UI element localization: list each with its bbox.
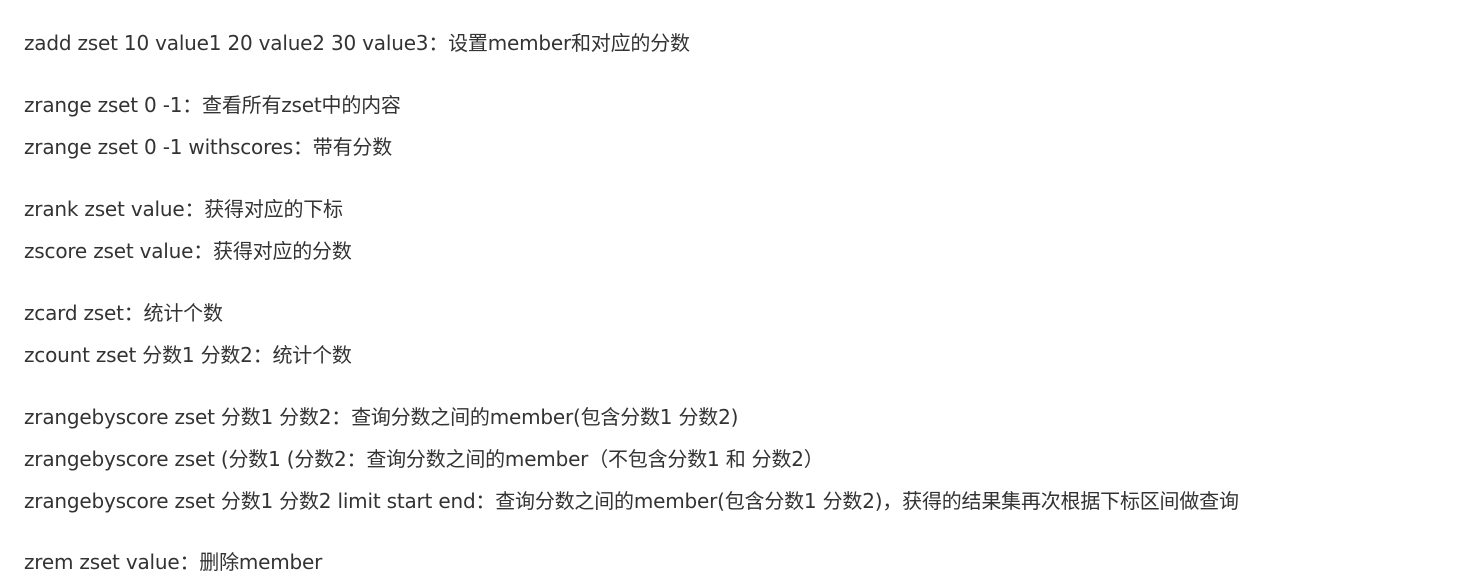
paragraph-zrem: zrem zset value：删除member	[24, 541, 322, 583]
command-line-zcount: zcount zset 分数1 分数2：统计个数	[24, 343, 352, 367]
paragraph-zadd: zadd zset 10 value1 20 value2 30 value3：…	[24, 22, 690, 64]
command-line-zrangebyscore-exclusive: zrangebyscore zset (分数1 (分数2：查询分数之间的memb…	[24, 447, 824, 471]
command-line-zrange: zrange zset 0 -1：查看所有zset中的内容	[24, 93, 401, 117]
command-line-zrank: zrank zset value：获得对应的下标	[24, 197, 343, 221]
command-line-zadd: zadd zset 10 value1 20 value2 30 value3：…	[24, 31, 690, 55]
document-body: zadd zset 10 value1 20 value2 30 value3：…	[0, 0, 1480, 586]
paragraph-zrangebyscore: zrangebyscore zset 分数1 分数2：查询分数之间的member…	[24, 396, 1239, 522]
command-line-zscore: zscore zset value：获得对应的分数	[24, 239, 352, 263]
command-line-zcard: zcard zset：统计个数	[24, 301, 223, 325]
paragraph-zcard-zcount: zcard zset：统计个数 zcount zset 分数1 分数2：统计个数	[24, 292, 352, 376]
command-line-zrangebyscore-inclusive: zrangebyscore zset 分数1 分数2：查询分数之间的member…	[24, 405, 739, 429]
paragraph-zrange: zrange zset 0 -1：查看所有zset中的内容 zrange zse…	[24, 84, 401, 168]
paragraph-zrank-zscore: zrank zset value：获得对应的下标 zscore zset val…	[24, 188, 352, 272]
command-line-zrem: zrem zset value：删除member	[24, 550, 323, 574]
command-line-zrangebyscore-limit: zrangebyscore zset 分数1 分数2 limit start e…	[24, 489, 1239, 513]
command-line-zrange-withscores: zrange zset 0 -1 withscores：带有分数	[24, 135, 393, 159]
